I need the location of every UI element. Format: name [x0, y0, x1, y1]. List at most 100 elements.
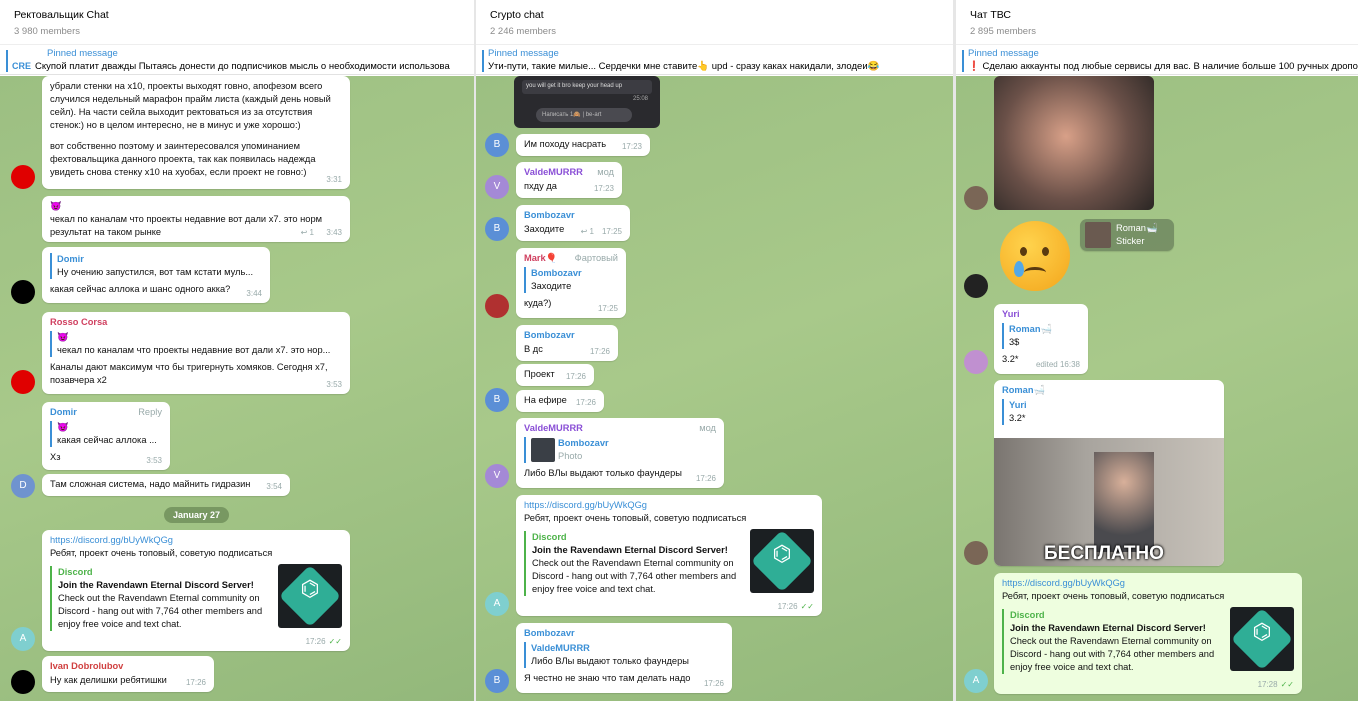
preview-description: Check out the Ravendawn Eternal communit… — [532, 558, 737, 594]
avatar[interactable] — [11, 280, 35, 304]
video-still-image[interactable] — [994, 76, 1154, 210]
message-bubble[interactable]: ValdeMURRR мод пхду да 17:23 — [516, 162, 622, 198]
sender-name[interactable]: ValdeMURRR мод — [524, 166, 614, 179]
reply-quote[interactable]: Bombozavr Photo — [524, 437, 716, 463]
chat-header[interactable]: Ректовальщик Chat 3 980 members — [0, 0, 474, 43]
pinned-message-bar[interactable]: Pinned message CRE Скупой платит дважды П… — [0, 44, 474, 75]
avatar[interactable]: V — [485, 464, 509, 488]
pinned-thumbnail: CRE — [12, 61, 32, 71]
discord-server-icon — [750, 529, 814, 593]
message-text: убрали стенки на х10, проекты выходят го… — [50, 81, 331, 130]
message-bubble[interactable]: Yuri Roman🛁 3$ 3.2* edited 16:38 — [994, 304, 1088, 374]
avatar[interactable] — [964, 541, 988, 565]
reply-text: Photo — [558, 451, 583, 461]
pinned-message-bar[interactable]: Pinned message Ути-пути, такие милые... … — [476, 44, 953, 75]
reply-author: Domir — [57, 254, 84, 264]
reply-quote[interactable]: Roman🛁 3$ — [1002, 323, 1080, 349]
sender-name[interactable]: Yuri — [1002, 308, 1080, 321]
screenshot-image[interactable]: you will get it bro keep your head up 25… — [514, 76, 660, 128]
message-bubble[interactable]: Bombozavr В дс 17:26 — [516, 325, 618, 361]
message-link[interactable]: https://discord.gg/bUyWkQGg — [50, 534, 342, 547]
message-bubble[interactable]: https://discord.gg/bUyWkQGg Ребят, проек… — [516, 495, 822, 616]
crying-emoji-sticker[interactable] — [1000, 221, 1070, 291]
sticker-reply-quote[interactable]: Roman🛁 Sticker — [1080, 219, 1174, 251]
avatar[interactable]: B — [485, 133, 509, 157]
reply-quote[interactable]: ValdeMURRR Либо ВЛы выдают только фаунде… — [524, 642, 724, 668]
message-bubble[interactable]: Ivan Dobrolubov Ну как делишки ребятишки… — [42, 656, 214, 692]
avatar[interactable] — [11, 165, 35, 189]
sender-name[interactable]: Roman🛁 — [994, 384, 1224, 397]
chat-title: Ректовальщик Chat — [14, 9, 109, 21]
avatar[interactable]: A — [11, 627, 35, 651]
double-check-icon: ✓✓ — [800, 602, 814, 611]
avatar[interactable]: B — [485, 388, 509, 412]
message-bubble[interactable]: Bombozavr ValdeMURRR Либо ВЛы выдают тол… — [516, 623, 732, 693]
avatar[interactable]: D — [11, 474, 35, 498]
message-list[interactable]: убрали стенки на х10, проекты выходят го… — [0, 76, 474, 701]
avatar[interactable] — [11, 370, 35, 394]
preview-description: Check out the Ravendawn Eternal communit… — [1010, 636, 1215, 672]
message-bubble[interactable]: Проект 17:26 — [516, 364, 594, 386]
reply-quote[interactable]: Domir Ну очению запустился, вот там кста… — [50, 253, 262, 279]
message-bubble[interactable]: Domir Reply 😈 какая сейчас аллока ... Хз … — [42, 402, 170, 470]
emoji-devil: 😈 — [57, 332, 69, 342]
message-bubble[interactable]: Domir Ну очению запустился, вот там кста… — [42, 247, 270, 303]
message-bubble[interactable]: https://discord.gg/bUyWkQGg Ребят, проек… — [42, 530, 350, 651]
member-count: 3 980 members — [14, 26, 81, 37]
message-time: 17:26 — [575, 398, 596, 407]
avatar[interactable]: V — [485, 175, 509, 199]
link-preview[interactable]: Discord Join the Ravendawn Eternal Disco… — [50, 564, 342, 631]
avatar[interactable]: B — [485, 217, 509, 241]
avatar[interactable] — [11, 670, 35, 694]
sender-name[interactable]: ValdeMURRR мод — [524, 422, 716, 435]
date-separator: January 27 — [164, 507, 230, 523]
reply-quote[interactable]: 😈 какая сейчас аллока ... — [50, 421, 162, 447]
avatar[interactable] — [964, 274, 988, 298]
chat-title: Crypto chat — [490, 9, 544, 21]
message-bubble[interactable]: Там сложная система, надо майнить гидраз… — [42, 474, 290, 496]
message-bubble[interactable]: https://discord.gg/bUyWkQGg Ребят, проек… — [994, 573, 1302, 694]
message-link[interactable]: https://discord.gg/bUyWkQGg — [1002, 577, 1294, 590]
message-bubble[interactable]: На ефире 17:26 — [516, 390, 604, 412]
reply-text: 3.2* — [1009, 413, 1026, 423]
sender-name[interactable]: Bombozavr — [524, 329, 610, 342]
emoji-devil: 😈 — [50, 201, 62, 211]
avatar[interactable] — [964, 186, 988, 210]
discord-server-icon — [1230, 607, 1294, 671]
message-bubble[interactable]: 😈 чекал по каналам что проекты недавние … — [42, 196, 350, 242]
avatar[interactable]: B — [485, 669, 509, 693]
pinned-message-bar[interactable]: Pinned message ❗ Сделаю аккаунты под люб… — [956, 44, 1358, 75]
sender-name[interactable]: Bombozavr — [524, 209, 622, 222]
chat-header[interactable]: Чат ТВС 2 895 members — [956, 0, 1358, 43]
sender-name[interactable]: Ivan Dobrolubov — [50, 660, 206, 673]
avatar[interactable]: A — [485, 592, 509, 616]
message-bubble[interactable]: Им походу насрать 17:23 — [516, 134, 650, 156]
sender-name[interactable]: Rosso Corsa — [50, 316, 342, 329]
avatar[interactable]: A — [964, 669, 988, 693]
sender-name[interactable]: Mark🎈 Фартовый — [524, 252, 618, 265]
avatar[interactable] — [485, 294, 509, 318]
link-preview[interactable]: Discord Join the Ravendawn Eternal Disco… — [524, 529, 814, 596]
meme-image[interactable]: БЕСПЛАТНО — [994, 438, 1224, 566]
message-bubble[interactable]: Mark🎈 Фартовый Bombozavr Заходите куда?) … — [516, 248, 626, 318]
message-text: чекал по каналам что проекты недавние во… — [50, 214, 323, 237]
sender-name[interactable]: Bombozavr — [524, 627, 724, 640]
sender-name[interactable]: Domir Reply — [50, 406, 162, 419]
message-bubble[interactable]: ValdeMURRR мод Bombozavr Photo Либо ВЛы в… — [516, 418, 724, 488]
message-time: 3:43 — [326, 228, 342, 237]
message-bubble[interactable]: убрали стенки на х10, проекты выходят го… — [42, 76, 350, 189]
avatar[interactable] — [964, 350, 988, 374]
message-bubble[interactable]: Rosso Corsa 😈 чекал по каналам что проек… — [42, 312, 350, 394]
reply-quote[interactable]: 😈 чекал по каналам что проекты недавние … — [50, 331, 342, 357]
reply-author: Bombozavr — [558, 438, 609, 448]
link-preview[interactable]: Discord Join the Ravendawn Eternal Disco… — [1002, 607, 1294, 674]
reply-quote[interactable]: Yuri 3.2* — [1002, 399, 1224, 425]
chat-header[interactable]: Crypto chat 2 246 members — [476, 0, 953, 43]
reply-action[interactable]: Reply — [138, 406, 162, 419]
reply-quote[interactable]: Bombozavr Заходите — [524, 267, 618, 293]
message-link[interactable]: https://discord.gg/bUyWkQGg — [524, 499, 814, 512]
message-bubble[interactable]: Bombozavr Заходите ↩ 1 17:25 — [516, 205, 630, 241]
message-list[interactable]: Roman🛁 Sticker Yuri Roman🛁 3$ 3.2* edite… — [956, 76, 1358, 701]
message-bubble[interactable]: Roman🛁 Yuri 3.2* БЕСПЛАТНО — [994, 380, 1224, 566]
message-list[interactable]: you will get it bro keep your head up 25… — [476, 76, 953, 701]
